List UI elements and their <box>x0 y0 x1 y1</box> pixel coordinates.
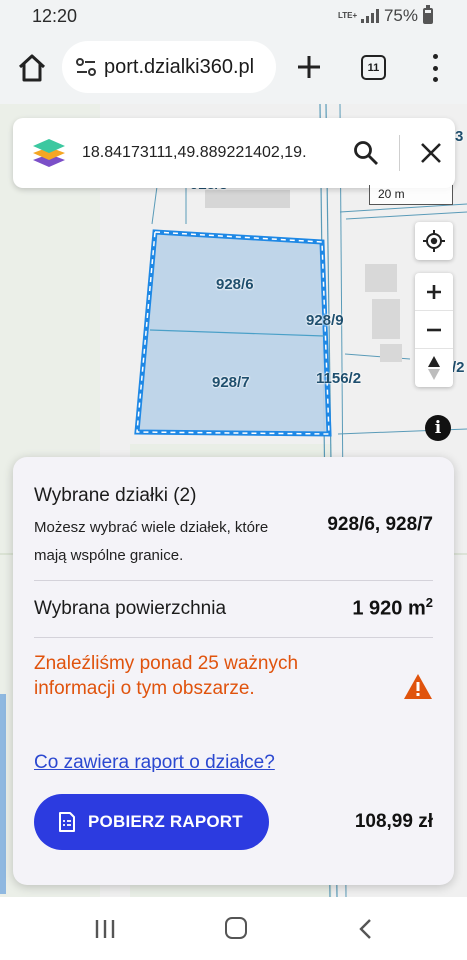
map-scale: 20 m <box>369 185 453 205</box>
system-nav-bar <box>0 897 467 960</box>
area-label: Wybrana powierzchnia <box>34 598 227 619</box>
close-icon[interactable] <box>418 140 444 166</box>
download-report-label: POBIERZ RAPORT <box>88 812 243 831</box>
zoom-in-button[interactable] <box>415 273 453 311</box>
battery-icon <box>423 5 433 24</box>
selection-panel: Wybrane działki (2) Możesz wybrać wiele … <box>13 457 454 885</box>
zoom-out-button[interactable] <box>415 311 453 349</box>
coordinate-search-input[interactable] <box>82 144 332 162</box>
area-unit-exponent: 2 <box>425 595 433 610</box>
parcel-label: 928/9 <box>306 312 344 329</box>
selected-parcels: 928/6, 928/7 <box>327 514 433 535</box>
gps-icon <box>423 230 445 252</box>
report-price: 108,99 zł <box>354 811 433 832</box>
tab-switcher-button[interactable]: 11 <box>361 55 386 80</box>
home-nav-icon[interactable] <box>225 917 247 939</box>
search-icon[interactable] <box>353 140 379 166</box>
parcel-label-edge: 3 <box>455 128 464 145</box>
status-time: 12:20 <box>32 6 78 26</box>
download-report-button[interactable]: POBIERZ RAPORT <box>34 794 269 850</box>
panel-description: Możesz wybrać wiele działek, które mają … <box>34 519 269 564</box>
home-icon[interactable] <box>16 52 48 84</box>
area-number: 1 920 m <box>352 597 426 620</box>
address-bar[interactable]: port.dzialki360.pl <box>62 41 276 93</box>
battery-percent: 75% <box>383 6 418 25</box>
status-icons: LTE+ 75% <box>337 5 433 26</box>
area-value: 1 920 m2 <box>352 595 433 621</box>
coordinate-search-box <box>13 118 455 188</box>
info-icon[interactable]: i <box>425 415 451 441</box>
network-type: LTE+ <box>337 11 358 20</box>
compass-icon <box>428 356 440 380</box>
zoom-controls <box>415 273 453 387</box>
browser-toolbar: port.dzialki360.pl 11 <box>0 32 467 104</box>
status-bar: 12:20 LTE+ 75% <box>0 0 467 32</box>
locate-button[interactable] <box>415 222 453 260</box>
layers-icon[interactable] <box>32 138 66 168</box>
warning-icon <box>404 674 432 699</box>
url-text: port.dzialki360.pl <box>104 55 255 78</box>
new-tab-icon[interactable] <box>296 54 322 80</box>
document-icon <box>59 812 75 832</box>
recent-apps-icon[interactable] <box>94 919 116 939</box>
back-icon[interactable] <box>358 918 372 940</box>
signal-icon <box>360 9 379 23</box>
panel-title: Wybrane działki (2) <box>34 485 197 506</box>
site-settings-icon[interactable] <box>74 55 98 79</box>
parcel-label: 928/7 <box>212 374 250 391</box>
search-divider <box>399 135 400 171</box>
divider <box>34 580 433 581</box>
minus-icon <box>427 328 441 331</box>
plus-icon <box>427 284 441 299</box>
parcel-label: 928/6 <box>216 276 254 293</box>
report-info-link[interactable]: Co zawiera raport o działce? <box>34 752 275 774</box>
more-menu-icon[interactable] <box>430 54 440 82</box>
info-message: Znaleźliśmy ponad 25 ważnych informacji … <box>34 653 299 699</box>
compass-button[interactable] <box>415 349 453 387</box>
parcel-label-edge: /2 <box>452 359 465 376</box>
divider <box>34 637 433 638</box>
parcel-label: 1156/2 <box>316 370 362 387</box>
